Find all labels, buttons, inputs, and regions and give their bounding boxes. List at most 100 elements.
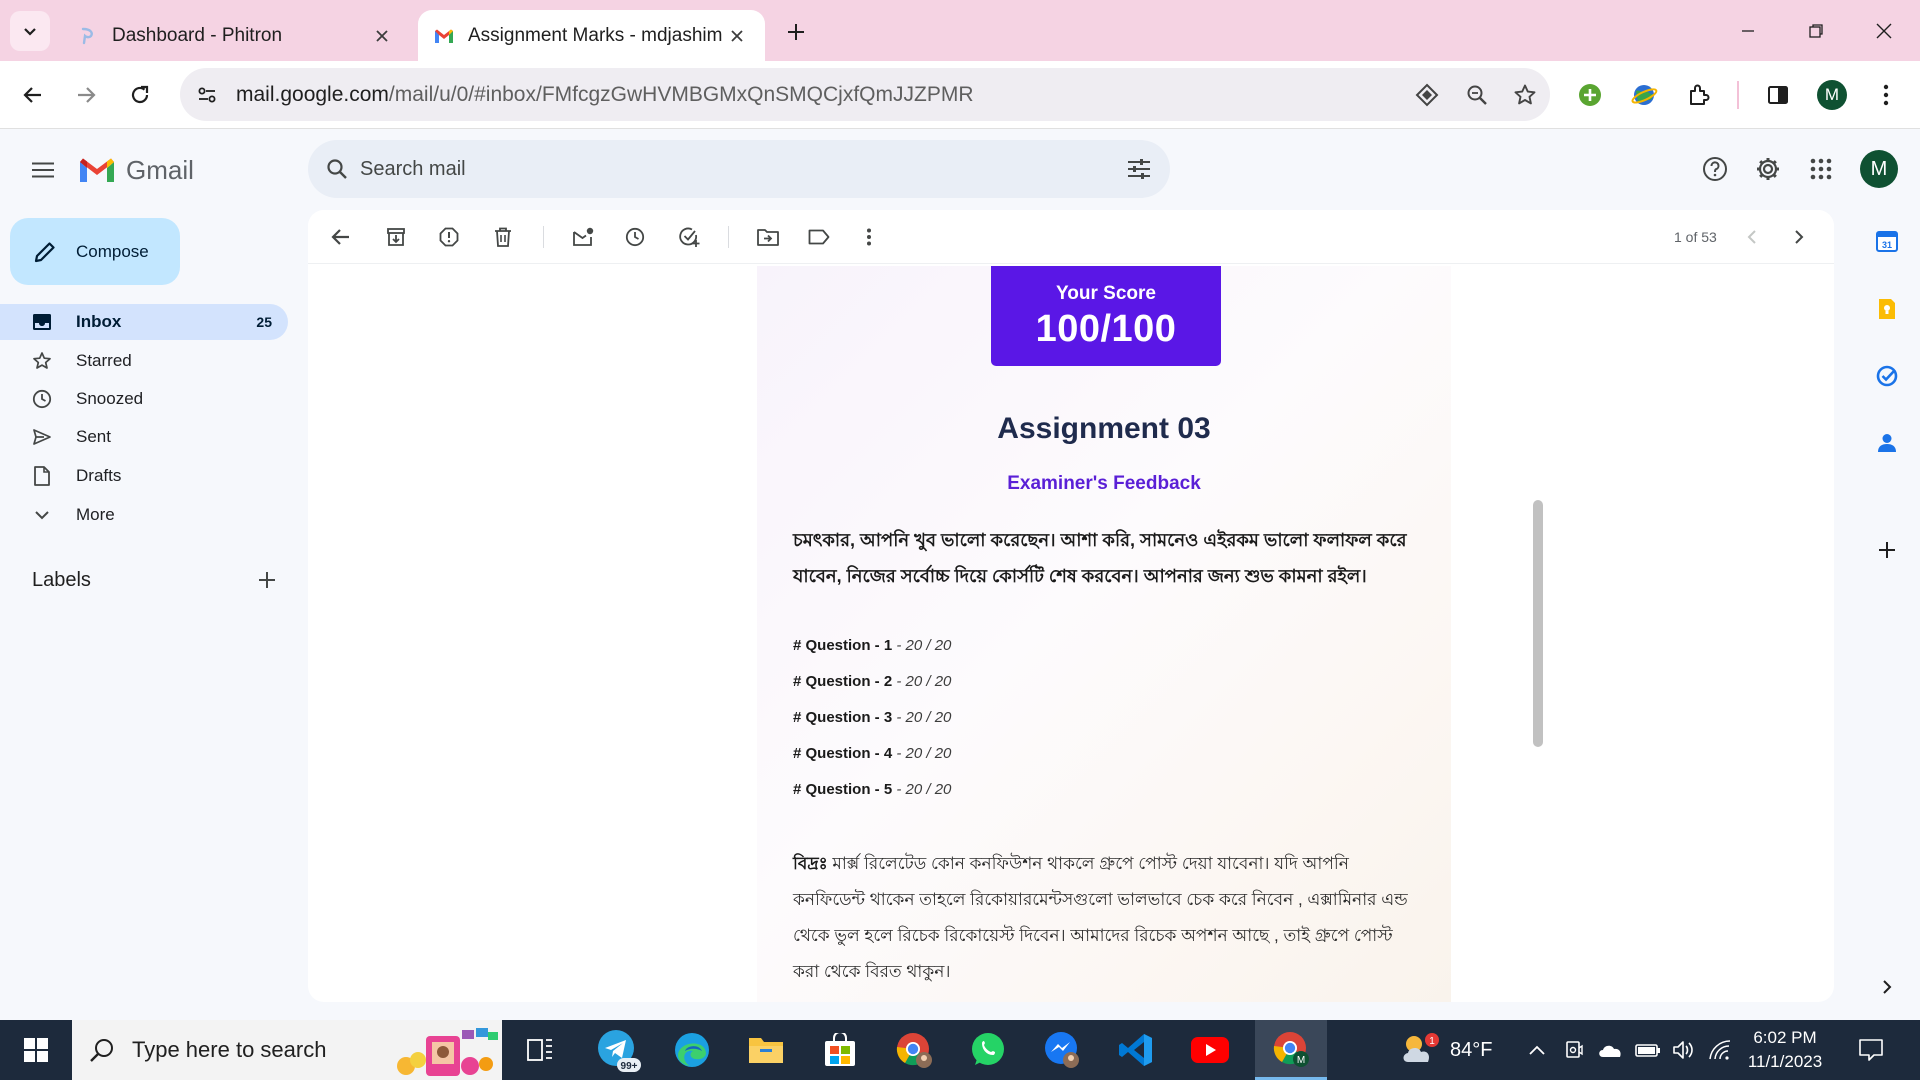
edge-browser-icon [675, 1033, 709, 1067]
keep-app-icon[interactable] [1870, 292, 1904, 326]
note-label: বিদ্রঃ [793, 854, 828, 873]
archive-button[interactable] [377, 218, 415, 256]
clock-time: 6:02 PM [1753, 1028, 1817, 1047]
sidebar-item-more[interactable]: More [0, 497, 288, 533]
labels-button[interactable] [800, 218, 838, 256]
extension-globe-button[interactable] [1624, 75, 1664, 115]
more-actions-button[interactable] [850, 218, 888, 256]
gmail-logo[interactable]: Gmail [78, 153, 194, 187]
report-spam-button[interactable] [430, 218, 468, 256]
arrow-left-icon [23, 87, 41, 103]
side-panel-button[interactable] [1758, 75, 1798, 115]
move-to-button[interactable] [749, 218, 787, 256]
settings-button[interactable] [1747, 148, 1789, 190]
plus-icon [788, 24, 804, 40]
zoom-icon[interactable] [1462, 80, 1492, 110]
site-info-icon[interactable] [192, 80, 222, 110]
tray-volume[interactable] [1668, 1020, 1700, 1080]
reader-mode-icon[interactable] [1412, 80, 1442, 110]
forward-button[interactable] [66, 75, 106, 115]
taskbar-vscode[interactable] [1099, 1020, 1173, 1080]
mark-unread-button[interactable] [564, 218, 602, 256]
browser-tab-gmail[interactable]: Assignment Marks - mdjashim [418, 10, 765, 61]
add-to-tasks-button[interactable] [670, 218, 708, 256]
sidebar-item-inbox[interactable]: Inbox 25 [0, 304, 288, 340]
search-options-icon[interactable] [1124, 154, 1154, 184]
weather-temperature[interactable]: 84°F [1450, 1020, 1492, 1080]
tab-close-icon[interactable] [725, 24, 749, 48]
trash-icon [495, 227, 511, 247]
show-hidden-icons[interactable] [1522, 1020, 1552, 1080]
close-icon [1876, 23, 1892, 38]
weather-widget[interactable]: 1 [1396, 1020, 1444, 1080]
taskbar-chrome-active[interactable]: M [1255, 1020, 1327, 1080]
bookmark-star-icon[interactable] [1510, 80, 1540, 110]
compose-button[interactable]: Compose [10, 218, 180, 285]
profile-button[interactable]: M [1812, 75, 1852, 115]
account-avatar[interactable]: M [1860, 150, 1898, 188]
taskbar-file-explorer[interactable] [729, 1020, 803, 1080]
chrome-icon [896, 1033, 932, 1068]
notification-center-button[interactable] [1846, 1020, 1896, 1080]
taskbar-telegram[interactable]: 99+ [581, 1020, 655, 1080]
message-scrollbar-thumb[interactable] [1533, 500, 1543, 747]
tray-meet-now[interactable] [1560, 1020, 1588, 1080]
taskbar-messenger[interactable] [1025, 1020, 1099, 1080]
main-menu-button[interactable] [22, 149, 64, 191]
window-close-button[interactable] [1850, 0, 1918, 61]
taskbar-edge[interactable] [655, 1020, 729, 1080]
pager-count: 1 of 53 [1674, 229, 1717, 245]
back-to-inbox-button[interactable] [322, 218, 360, 256]
extension-plus-button[interactable] [1570, 75, 1610, 115]
sidebar-item-drafts[interactable]: Drafts [0, 458, 288, 494]
url-text[interactable]: mail.google.com/mail/u/0/#inbox/FMfcgzGw… [236, 68, 974, 121]
delete-button[interactable] [484, 218, 522, 256]
calendar-app-icon[interactable]: 31 [1870, 224, 1904, 258]
unread-count: 25 [256, 314, 272, 330]
labels-section-header: Labels [32, 565, 282, 595]
tasks-app-icon[interactable] [1870, 359, 1904, 393]
browser-tab-phitron[interactable]: Dashboard - Phitron [62, 10, 410, 61]
create-label-icon[interactable] [252, 565, 282, 595]
tab-search-button[interactable] [10, 11, 50, 51]
sidebar-item-sent[interactable]: Sent [0, 419, 288, 455]
start-button[interactable] [0, 1020, 72, 1080]
google-apps-button[interactable] [1800, 148, 1842, 190]
get-addons-icon[interactable] [1870, 533, 1904, 567]
extensions-button[interactable] [1679, 75, 1719, 115]
older-message-button[interactable] [1780, 218, 1818, 256]
reload-button[interactable] [120, 75, 160, 115]
telegram-badge: 99+ [621, 1061, 638, 1072]
search-icon[interactable] [322, 154, 352, 184]
tray-battery[interactable] [1632, 1020, 1664, 1080]
contacts-app-icon[interactable] [1870, 426, 1904, 460]
taskbar-youtube[interactable] [1173, 1020, 1247, 1080]
snooze-button[interactable] [616, 218, 654, 256]
new-tab-button[interactable] [778, 14, 814, 50]
expand-side-panel-icon[interactable] [1870, 970, 1904, 1004]
window-minimize-button[interactable] [1714, 0, 1782, 61]
newer-message-button[interactable] [1733, 218, 1771, 256]
taskbar-microsoft-store[interactable] [803, 1020, 877, 1080]
weather-storm-icon: 1 [1403, 1033, 1439, 1062]
sidebar-item-starred[interactable]: Starred [0, 343, 288, 379]
taskbar-search-box[interactable]: Type here to search [72, 1020, 502, 1080]
chrome-menu-button[interactable] [1866, 75, 1906, 115]
gmail-wordmark: Gmail [126, 154, 194, 185]
search-input[interactable] [360, 140, 1060, 198]
tab-close-icon[interactable] [370, 24, 394, 48]
task-view-button[interactable] [503, 1020, 577, 1080]
back-button[interactable] [13, 75, 53, 115]
taskbar-whatsapp[interactable] [951, 1020, 1025, 1080]
tray-onedrive[interactable] [1594, 1020, 1626, 1080]
support-button[interactable] [1694, 148, 1736, 190]
sidebar-item-snoozed[interactable]: Snoozed [0, 381, 288, 417]
taskbar-chrome-profile1[interactable] [877, 1020, 951, 1080]
window-restore-button[interactable] [1782, 0, 1850, 61]
chevron-left-icon [1747, 230, 1756, 244]
inbox-icon [30, 310, 54, 334]
taskbar-clock[interactable]: 6:02 PM 11/1/2023 [1730, 1026, 1840, 1074]
help-icon [1703, 157, 1727, 181]
address-bar[interactable]: mail.google.com/mail/u/0/#inbox/FMfcgzGw… [180, 68, 1550, 121]
chrome-icon: M [1273, 1031, 1309, 1067]
